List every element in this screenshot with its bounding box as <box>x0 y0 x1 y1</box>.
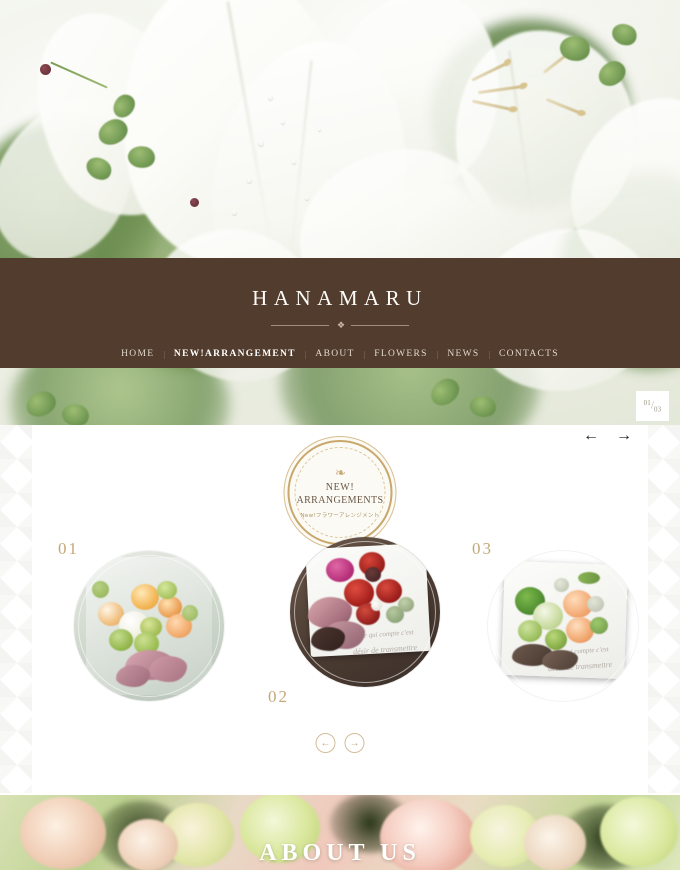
dew-drop <box>281 120 285 124</box>
about-us-title: ABOUT US <box>259 840 421 866</box>
carousel-prev-button[interactable]: ← <box>315 733 336 753</box>
dew-drop <box>318 128 321 131</box>
divider-line-right <box>351 325 410 326</box>
arrangements-carousel-controls[interactable]: ← → <box>315 733 365 753</box>
arrangement-card-list: 01 Ce qui compte c'est désir de transmet… <box>32 537 648 727</box>
card-number-01: 01 <box>58 539 79 558</box>
dew-drop <box>305 196 309 200</box>
thumbnail-ring <box>492 555 634 697</box>
flower-bud <box>190 198 199 207</box>
nav-item-flowers[interactable]: FLOWERS <box>374 349 427 359</box>
arrangements-content: ← → ❧ NEW! ARRANGEMENTS New!フラワーアレンジメント … <box>32 425 648 793</box>
hero-next-arrow-icon[interactable]: → <box>616 428 632 444</box>
slide-total: 03 <box>653 405 662 414</box>
diamond-ornament-icon: ❖ <box>336 320 345 330</box>
badge-line-2: ARRANGEMENTS <box>296 494 384 506</box>
nav-item-home[interactable]: HOME <box>121 349 154 359</box>
main-navigation[interactable]: HOME | NEW!ARRANGEMENT | ABOUT | FLOWERS… <box>0 349 680 359</box>
arrangement-card[interactable]: 01 <box>54 539 224 701</box>
nav-separator: | <box>488 349 491 359</box>
carousel-next-button[interactable]: → <box>344 733 365 753</box>
nav-separator: | <box>436 349 439 359</box>
carousel-prev-arrow-icon: ← <box>320 737 331 749</box>
dew-drop <box>232 210 237 215</box>
brand-divider: ❖ <box>0 320 680 331</box>
carousel-next-arrow-icon: → <box>349 737 360 749</box>
card-number-02: 02 <box>268 687 289 706</box>
dew-drop <box>268 95 273 100</box>
badge-line-1: NEW! <box>325 482 355 493</box>
nav-separator: | <box>163 349 165 359</box>
dew-drop <box>258 140 264 146</box>
badge-circle: ❧ NEW! ARRANGEMENTS New!フラワーアレンジメント <box>287 440 393 545</box>
page-title: HANAMARU <box>252 286 428 310</box>
nav-separator: | <box>363 349 366 359</box>
card-number-03: 03 <box>472 539 493 558</box>
page-root: HANAMARU ❖ HOME | NEW!ARRANGEMENT | ABOU… <box>0 0 680 870</box>
new-arrangements-badge: ❧ NEW! ARRANGEMENTS New!フラワーアレンジメント <box>287 440 393 545</box>
site-header: HANAMARU ❖ HOME | NEW!ARRANGEMENT | ABOU… <box>0 258 680 368</box>
nav-item-about[interactable]: ABOUT <box>315 349 354 359</box>
thumbnail-ring <box>294 541 436 683</box>
dew-drop <box>247 178 252 183</box>
nav-item-new-arrangement[interactable]: NEW!ARRANGEMENT <box>174 349 296 359</box>
nav-item-news[interactable]: NEWS <box>447 349 479 359</box>
arrangement-card[interactable]: 03 Ce qui compte c'est désir de transmet… <box>468 539 638 701</box>
slide-counter-value: 01/03 <box>644 399 662 413</box>
about-us-section: ABOUT US <box>0 793 680 870</box>
section-divider <box>0 793 680 795</box>
arrangement-card[interactable]: Ce qui compte c'est désir de transmettre <box>260 537 440 706</box>
nav-item-contacts[interactable]: CONTACTS <box>499 349 559 359</box>
thumbnail-ring <box>78 555 220 697</box>
badge-ornament-icon: ❧ <box>335 465 346 480</box>
badge-subtitle: New!フラワーアレンジメント <box>300 513 380 519</box>
new-arrangements-section: ← → ❧ NEW! ARRANGEMENTS New!フラワーアレンジメント … <box>0 425 680 793</box>
leaf <box>608 18 641 51</box>
arrangement-thumbnail-02[interactable]: Ce qui compte c'est désir de transmettre <box>290 537 440 687</box>
nav-separator: | <box>304 349 307 359</box>
arrangement-thumbnail-01[interactable] <box>74 551 224 701</box>
dew-drop <box>292 160 296 164</box>
hero-prev-arrow-icon[interactable]: ← <box>583 428 599 444</box>
slide-counter: 01/03 <box>636 391 669 421</box>
arrangement-thumbnail-03[interactable]: Ce qui compte c'est désir de transmettre <box>488 551 638 701</box>
hero-slider-controls[interactable]: ← → <box>583 428 632 444</box>
flower-bud <box>40 64 51 75</box>
divider-line-left <box>270 325 329 326</box>
